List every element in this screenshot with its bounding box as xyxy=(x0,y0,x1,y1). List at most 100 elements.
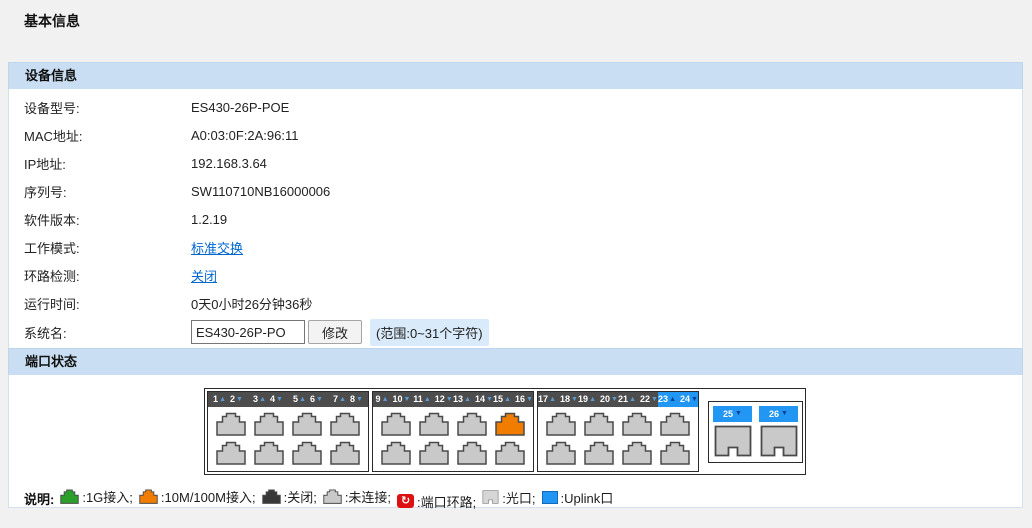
port-11-icon[interactable] xyxy=(419,412,449,436)
port-25-icon[interactable] xyxy=(714,425,752,457)
row-label: 运行时间: xyxy=(9,294,191,313)
port-14-label: 14▼ xyxy=(475,392,493,407)
port-10-icon[interactable] xyxy=(381,441,411,465)
port-12-icon[interactable] xyxy=(419,441,449,465)
down-triangle-icon: ▼ xyxy=(276,392,283,407)
port-diagram: 1▲2▼3▲4▼5▲6▼7▲8▼ 9▲10▼11▲12▼13▲14▼15▲16▼… xyxy=(204,388,806,475)
port-block-grid xyxy=(538,407,698,471)
port-16-icon[interactable] xyxy=(495,441,525,465)
loop-detection-link[interactable]: 关闭 xyxy=(191,266,217,285)
port-26-icon[interactable] xyxy=(760,425,798,457)
port-1-icon[interactable] xyxy=(216,412,246,436)
legend-uplink-icon-wrap xyxy=(542,491,558,504)
up-triangle-icon: ▲ xyxy=(382,392,389,407)
down-triangle-icon: ▼ xyxy=(691,392,698,407)
legend-fiber-icon-wrap xyxy=(482,490,499,504)
port-6-label: 6▼ xyxy=(310,392,323,407)
down-triangle-icon: ▼ xyxy=(356,392,363,407)
port-label-pair: 7▲8▼ xyxy=(328,392,368,407)
page-title: 基本信息 xyxy=(24,11,80,31)
down-triangle-icon: ▼ xyxy=(571,392,578,407)
legend-loop-icon-wrap: ↻ xyxy=(397,494,414,508)
legend-rj45-closed-icon xyxy=(262,489,281,504)
legend-item: :10M/100M接入; xyxy=(139,487,256,506)
down-triangle-icon: ▼ xyxy=(486,392,493,407)
device-info-header: 设备信息 xyxy=(8,62,1023,89)
port-2-icon[interactable] xyxy=(216,441,246,465)
legend-closed-icon-wrap xyxy=(262,489,281,504)
port-11-label: 11▲ xyxy=(413,392,430,407)
system-name-input[interactable] xyxy=(191,320,305,344)
fiber-port-block: 25▼ 26▼ xyxy=(708,401,803,463)
legend-rj45-1g-icon xyxy=(60,489,79,504)
row-label: 环路检测: xyxy=(9,266,191,285)
down-triangle-icon: ▼ xyxy=(735,410,742,417)
up-triangle-icon: ▲ xyxy=(219,392,226,407)
up-triangle-icon: ▲ xyxy=(589,392,596,407)
port-7-icon[interactable] xyxy=(330,412,360,436)
port-label-pair: 15▲16▼ xyxy=(493,392,533,407)
row-label: 序列号: xyxy=(9,182,191,201)
legend-items: :1G接入; :10M/100M接入; :关闭; :未连接;↻:端口环路; :光… xyxy=(54,487,613,511)
port-8-icon[interactable] xyxy=(330,441,360,465)
up-triangle-icon: ▲ xyxy=(424,392,431,407)
port-22-icon[interactable] xyxy=(622,441,652,465)
up-triangle-icon: ▲ xyxy=(464,392,471,407)
down-triangle-icon: ▼ xyxy=(651,392,658,407)
legend-item: :未连接; xyxy=(323,487,391,506)
down-triangle-icon: ▼ xyxy=(781,410,788,417)
port-21-icon[interactable] xyxy=(622,412,652,436)
row-label: 软件版本: xyxy=(9,210,191,229)
port-20-icon[interactable] xyxy=(584,441,614,465)
port-20-label: 20▼ xyxy=(600,392,618,407)
port-22-label: 22▼ xyxy=(640,392,658,407)
port-status-body: 1▲2▼3▲4▼5▲6▼7▲8▼ 9▲10▼11▲12▼13▲14▼15▲16▼… xyxy=(8,375,1023,508)
port-3-icon[interactable] xyxy=(254,412,284,436)
port-block: 9▲10▼11▲12▼13▲14▼15▲16▼ xyxy=(372,391,534,472)
work-mode-link[interactable]: 标准交换 xyxy=(191,238,243,257)
down-triangle-icon: ▼ xyxy=(446,392,453,407)
legend-item-label: :10M/100M接入; xyxy=(161,487,256,506)
port-block-grid xyxy=(208,407,368,471)
port-24-icon[interactable] xyxy=(660,441,690,465)
down-triangle-icon: ▼ xyxy=(404,392,411,407)
port-15-icon[interactable] xyxy=(495,412,525,436)
mac-address-value: A0:03:0F:2A:96:11 xyxy=(191,128,298,143)
port-23-icon[interactable] xyxy=(660,412,690,436)
uptime-value: 0天0小时26分钟36秒 xyxy=(191,294,312,313)
row-uptime: 运行时间: 0天0小时26分钟36秒 xyxy=(9,289,1022,317)
legend-rj45-100m-icon xyxy=(139,489,158,504)
down-triangle-icon: ▼ xyxy=(526,392,533,407)
port-18-icon[interactable] xyxy=(546,441,576,465)
port-block-grid xyxy=(373,407,533,471)
port-6-icon[interactable] xyxy=(292,441,322,465)
port-block-header: 17▲18▼19▲20▼21▲22▼23▲24▼ xyxy=(538,392,698,407)
up-triangle-icon: ▲ xyxy=(669,392,676,407)
system-name-range-hint: (范围:0~31个字符) xyxy=(370,319,489,346)
row-ip-address: IP地址: 192.168.3.64 xyxy=(9,149,1022,177)
port-legend: 说明: :1G接入; :10M/100M接入; :关闭; :未连接;↻:端口环路… xyxy=(9,487,1022,511)
port-9-icon[interactable] xyxy=(381,412,411,436)
legend-1g-icon-wrap xyxy=(60,489,79,504)
port-14-icon[interactable] xyxy=(457,441,487,465)
port-8-label: 8▼ xyxy=(350,392,363,407)
up-triangle-icon: ▲ xyxy=(299,392,306,407)
port-17-icon[interactable] xyxy=(546,412,576,436)
port-4-label: 4▼ xyxy=(270,392,283,407)
port-19-icon[interactable] xyxy=(584,412,614,436)
row-label: 系统名: xyxy=(9,323,191,342)
port-13-icon[interactable] xyxy=(457,412,487,436)
row-software-version: 软件版本: 1.2.19 xyxy=(9,205,1022,233)
modify-button[interactable]: 修改 xyxy=(308,320,362,344)
port-block-header: 1▲2▼3▲4▼5▲6▼7▲8▼ xyxy=(208,392,368,407)
port-5-icon[interactable] xyxy=(292,412,322,436)
port-4-icon[interactable] xyxy=(254,441,284,465)
port-label-pair: 11▲12▼ xyxy=(413,392,453,407)
port-21-label: 21▲ xyxy=(618,392,636,407)
legend-item: :Uplink口 xyxy=(542,488,614,507)
down-triangle-icon: ▼ xyxy=(611,392,618,407)
up-triangle-icon: ▲ xyxy=(504,392,511,407)
port-label-pair: 1▲2▼ xyxy=(208,392,248,407)
serial-number-value: SW110710NB16000006 xyxy=(191,184,330,199)
port-label-pair: 23▲24▼ xyxy=(658,392,698,407)
